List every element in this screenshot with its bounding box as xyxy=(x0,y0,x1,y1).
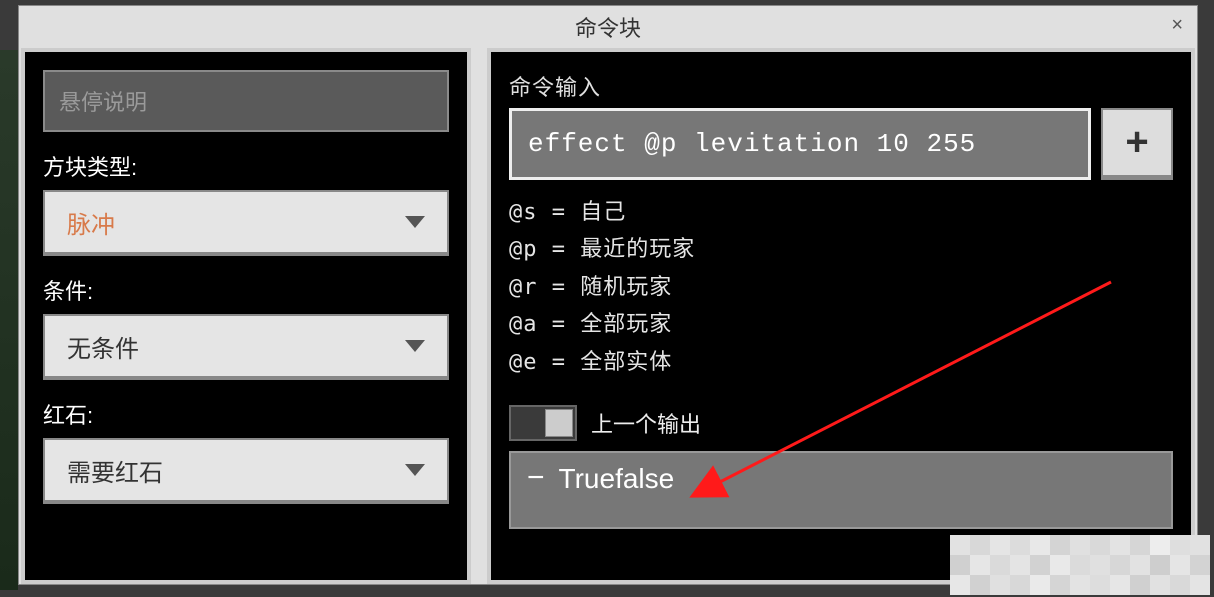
prev-output-row: 上一个输出 xyxy=(509,405,1173,441)
condition-dropdown[interactable]: 无条件 xyxy=(43,314,449,380)
command-row: effect @p levitation 10 255 + xyxy=(509,108,1173,180)
watermark-pixelation xyxy=(950,535,1210,595)
hover-placeholder: 悬停说明 xyxy=(59,85,147,117)
block-type-dropdown[interactable]: 脉冲 xyxy=(43,190,449,256)
right-panel: 命令输入 effect @p levitation 10 255 + @s = … xyxy=(487,48,1195,584)
prev-output-label: 上一个输出 xyxy=(591,407,701,439)
selector-line: @a = 全部玩家 xyxy=(509,306,1173,343)
selector-line: @e = 全部实体 xyxy=(509,344,1173,381)
previous-output-box[interactable]: − Truefalse xyxy=(509,451,1173,529)
redstone-label: 红石: xyxy=(43,398,449,430)
plus-icon: + xyxy=(1125,120,1148,165)
hover-text-input[interactable]: 悬停说明 xyxy=(43,70,449,132)
background-strip xyxy=(0,50,18,590)
command-input-label: 命令输入 xyxy=(509,70,1173,102)
command-block-window: 命令块 × 悬停说明 方块类型: 脉冲 条件: 无条件 xyxy=(18,5,1198,585)
selector-help: @s = 自己 @p = 最近的玩家 @r = 随机玩家 @a = 全部玩家 @… xyxy=(509,194,1173,381)
window-body: 悬停说明 方块类型: 脉冲 条件: 无条件 红石: 需要红石 xyxy=(19,48,1197,584)
condition-value: 无条件 xyxy=(67,329,139,364)
selector-line: @r = 随机玩家 xyxy=(509,269,1173,306)
left-panel: 悬停说明 方块类型: 脉冲 条件: 无条件 红石: 需要红石 xyxy=(21,48,471,584)
chevron-down-icon xyxy=(405,216,425,228)
block-type-label: 方块类型: xyxy=(43,150,449,182)
output-text: Truefalse xyxy=(559,463,675,495)
add-button[interactable]: + xyxy=(1101,108,1173,180)
toggle-knob xyxy=(545,409,573,437)
minus-icon: − xyxy=(527,463,545,493)
redstone-field: 红石: 需要红石 xyxy=(43,398,449,504)
condition-label: 条件: xyxy=(43,274,449,306)
window-title: 命令块 xyxy=(575,11,641,43)
chevron-down-icon xyxy=(405,464,425,476)
prev-output-toggle[interactable] xyxy=(509,405,577,441)
block-type-field: 方块类型: 脉冲 xyxy=(43,150,449,256)
selector-line: @s = 自己 xyxy=(509,194,1173,231)
redstone-dropdown[interactable]: 需要红石 xyxy=(43,438,449,504)
close-icon[interactable]: × xyxy=(1171,14,1183,37)
condition-field: 条件: 无条件 xyxy=(43,274,449,380)
selector-line: @p = 最近的玩家 xyxy=(509,231,1173,268)
chevron-down-icon xyxy=(405,340,425,352)
command-input[interactable]: effect @p levitation 10 255 xyxy=(509,108,1091,180)
redstone-value: 需要红石 xyxy=(67,453,163,488)
titlebar: 命令块 × xyxy=(19,6,1197,48)
command-value: effect @p levitation 10 255 xyxy=(528,129,976,159)
block-type-value: 脉冲 xyxy=(67,205,115,240)
